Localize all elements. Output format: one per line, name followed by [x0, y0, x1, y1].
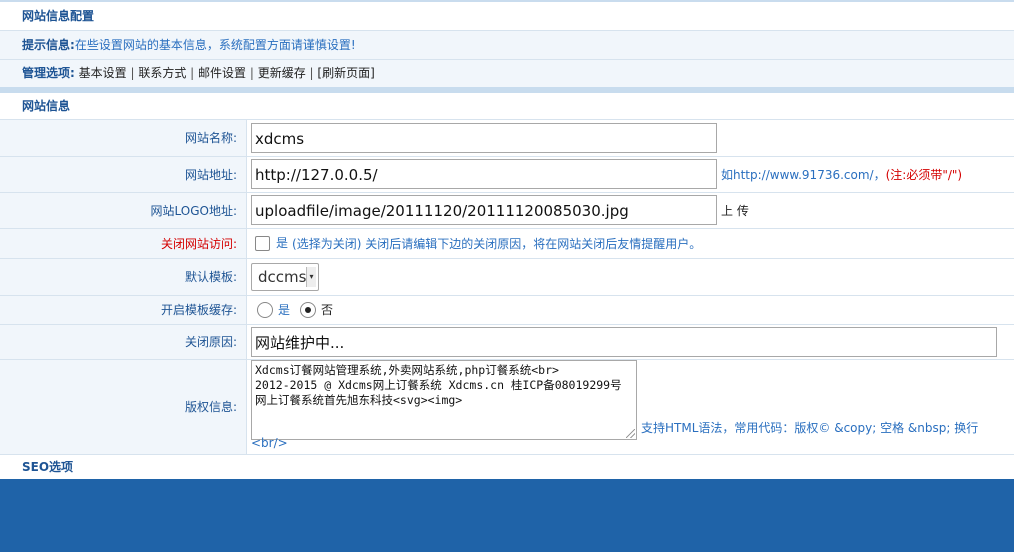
close-site-option: 是: [276, 236, 289, 250]
option-mail-settings[interactable]: 邮件设置: [198, 66, 246, 80]
row-site-name: 网站名称: xdcms: [0, 120, 1014, 157]
row-template: 默认模板: dccms ▾: [0, 258, 1014, 296]
close-site-note: (选择为关闭) 关闭后请编辑下边的关闭原因，将在网站关闭后友情提醒用户。: [292, 237, 702, 251]
copyright-label: 版权信息:: [0, 359, 247, 455]
section-title: 网站信息: [0, 93, 1014, 120]
cache-yes-label: 是: [278, 302, 291, 317]
seo-section-title: SEO选项: [0, 454, 1014, 479]
site-logo-input[interactable]: uploadfile/image/20111120/20111120085030…: [251, 195, 717, 225]
row-template-cache: 开启模板缓存: 是 否: [0, 295, 1014, 325]
site-url-label: 网站地址:: [0, 156, 247, 193]
upload-button[interactable]: 上 传: [721, 204, 749, 218]
template-select[interactable]: dccms ▾: [251, 262, 319, 291]
resize-grip-icon[interactable]: [626, 428, 635, 438]
close-site-label: 关闭网站访问:: [0, 228, 247, 259]
row-site-logo: 网站LOGO地址: uploadfile/image/20111120/2011…: [0, 192, 1014, 229]
config-panel: 网站信息配置 提示信息:在些设置网站的基本信息，系统配置方面请谨慎设置! 管理选…: [0, 0, 1014, 479]
option-basic-settings[interactable]: 基本设置: [79, 66, 127, 80]
site-url-warning: (注:必须带"/"): [885, 167, 963, 182]
settings-form: 网站名称: xdcms 网站地址: http://127.0.0.5/如http…: [0, 120, 1014, 455]
template-cache-label: 开启模板缓存:: [0, 295, 247, 325]
tip-label: 提示信息:: [22, 38, 75, 52]
tip-bar: 提示信息:在些设置网站的基本信息，系统配置方面请谨慎设置!: [0, 31, 1014, 60]
row-copyright: 版权信息: Xdcms订餐网站管理系统,外卖网站系统,php订餐系统<br> 2…: [0, 359, 1014, 455]
row-close-reason: 关闭原因: 网站维护中...: [0, 324, 1014, 360]
options-label: 管理选项:: [22, 66, 75, 80]
cache-no-label: 否: [321, 302, 334, 317]
option-update-cache[interactable]: 更新缓存: [258, 66, 306, 80]
tip-text: 在些设置网站的基本信息，系统配置方面请谨慎设置!: [74, 38, 356, 52]
cache-yes-radio[interactable]: [257, 302, 273, 319]
close-reason-input[interactable]: 网站维护中...: [251, 326, 997, 357]
option-refresh-page[interactable]: [刷新页面]: [317, 66, 374, 80]
row-site-url: 网站地址: http://127.0.0.5/如http://www.91736…: [0, 156, 1014, 193]
site-name-input[interactable]: xdcms: [251, 122, 717, 153]
manage-options: 管理选项: 基本设置 | 联系方式 | 邮件设置 | 更新缓存 | [刷新页面]: [0, 60, 1014, 87]
close-reason-label: 关闭原因:: [0, 324, 247, 360]
chevron-down-icon: ▾: [306, 266, 316, 287]
site-url-input[interactable]: http://127.0.0.5/: [251, 159, 717, 189]
copyright-textarea[interactable]: Xdcms订餐网站管理系统,外卖网站系统,php订餐系统<br> 2012-20…: [251, 359, 637, 440]
close-site-checkbox[interactable]: [255, 236, 270, 251]
page-title: 网站信息配置: [0, 2, 1014, 31]
template-label: 默认模板:: [0, 258, 247, 296]
option-contact[interactable]: 联系方式: [138, 66, 186, 80]
site-name-label: 网站名称:: [0, 120, 247, 157]
cache-no-radio[interactable]: [300, 302, 317, 319]
site-url-note: 如http://www.91736.com/，(注:必须带"/"): [721, 167, 963, 182]
site-logo-label: 网站LOGO地址:: [0, 192, 247, 229]
row-close-site: 关闭网站访问: 是 (选择为关闭) 关闭后请编辑下边的关闭原因，将在网站关闭后友情…: [0, 228, 1014, 259]
